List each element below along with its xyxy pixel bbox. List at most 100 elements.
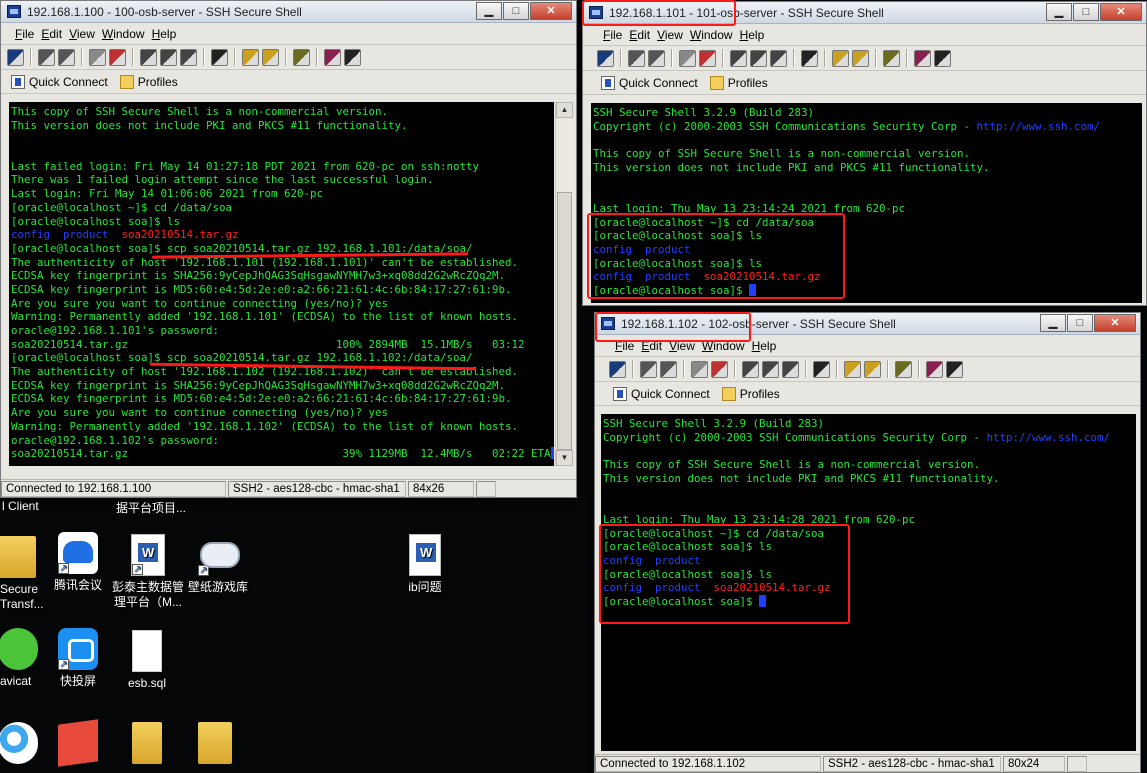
- save-icon[interactable]: [7, 48, 24, 66]
- terminal-text: SSH Secure Shell 3.2.9 (Build 283): [593, 106, 815, 119]
- word-doc-icon: [131, 534, 165, 577]
- find-icon[interactable]: [801, 49, 818, 67]
- print-icon[interactable]: [38, 48, 55, 66]
- desktop-icon-partial[interactable]: [0, 722, 48, 768]
- connect-icon[interactable]: [89, 48, 106, 66]
- desktop-icon-data-platform-doc[interactable]: 彭泰主数据管 理平台（M...: [112, 534, 184, 610]
- maximize-button[interactable]: □: [503, 2, 529, 20]
- print-preview-icon[interactable]: [648, 49, 665, 67]
- find-icon[interactable]: [211, 48, 228, 66]
- ssh-window-100[interactable]: 192.168.1.100 - 100-osb-server - SSH Sec…: [0, 0, 577, 498]
- terminal-text: Copyright (c) 2000-2003 SSH Communicatio…: [593, 119, 977, 133]
- terminal-text: This version does not include PKI and PK…: [593, 160, 990, 174]
- menu-edit[interactable]: Edit: [629, 28, 657, 42]
- file-transfer-icon[interactable]: [262, 48, 279, 66]
- desktop-icon-screen-cast[interactable]: 快投屏: [43, 628, 113, 689]
- menu-view[interactable]: View: [69, 27, 102, 41]
- disconnect-icon[interactable]: [699, 49, 716, 67]
- paste-icon[interactable]: [160, 48, 177, 66]
- paste-icon[interactable]: [750, 49, 767, 67]
- minimize-button[interactable]: ▁: [1046, 3, 1072, 21]
- profiles-button[interactable]: Profiles: [709, 75, 768, 90]
- desktop-icon-partial[interactable]: [180, 722, 250, 768]
- close-button[interactable]: ✕: [1094, 314, 1136, 332]
- settings-icon[interactable]: [293, 48, 310, 66]
- print-preview-icon[interactable]: [660, 360, 677, 378]
- save-icon[interactable]: [609, 360, 626, 378]
- scroll-thumb[interactable]: [557, 192, 572, 450]
- disconnect-icon[interactable]: [711, 360, 728, 378]
- menu-help[interactable]: Help: [152, 27, 184, 41]
- toolbar-separator: [836, 360, 838, 378]
- paste-icon[interactable]: [762, 360, 779, 378]
- menu-window[interactable]: Window: [102, 27, 152, 41]
- desktop-icon-ib-issue[interactable]: ib问题: [390, 534, 460, 595]
- scroll-down-arrow[interactable]: ▼: [556, 450, 573, 466]
- close-button[interactable]: ✕: [1100, 3, 1142, 21]
- terminal-text: ECDSA key fingerprint is MD5:60:e4:5d:2e…: [11, 282, 512, 296]
- whats-this-icon[interactable]: [946, 360, 963, 378]
- connect-icon[interactable]: [679, 49, 696, 67]
- help-book-icon[interactable]: [926, 360, 943, 378]
- menu-edit[interactable]: Edit: [41, 27, 69, 41]
- quick-connect-label: Quick Connect: [29, 74, 108, 89]
- menu-view[interactable]: View: [657, 28, 690, 42]
- menu-help[interactable]: Help: [740, 28, 772, 42]
- new-terminal-icon[interactable]: [832, 49, 849, 67]
- desktop-icon-partial[interactable]: [43, 719, 113, 768]
- settings-icon[interactable]: [883, 49, 900, 67]
- minimize-button[interactable]: ▁: [476, 2, 502, 20]
- new-terminal-icon[interactable]: [242, 48, 259, 66]
- disconnect-icon[interactable]: [109, 48, 126, 66]
- desktop-icon-esb-sql[interactable]: esb.sql: [112, 630, 182, 691]
- menu-help[interactable]: Help: [752, 339, 784, 353]
- desktop-icon-partial[interactable]: [112, 722, 182, 768]
- menu-file[interactable]: File: [603, 28, 629, 42]
- print-icon[interactable]: [640, 360, 657, 378]
- title-bar[interactable]: 192.168.1.100 - 100-osb-server - SSH Sec…: [1, 1, 576, 23]
- settings-icon[interactable]: [895, 360, 912, 378]
- paste-special-icon[interactable]: [770, 49, 787, 67]
- terminal-line: The authenticity of host '192.168.1.101 …: [11, 256, 554, 270]
- help-book-icon[interactable]: [324, 48, 341, 66]
- maximize-button[interactable]: □: [1067, 314, 1093, 332]
- quick-connect-button[interactable]: Quick Connect: [601, 75, 698, 90]
- terminal-line: [oracle@localhost ~]$ cd /data/soa: [11, 201, 554, 215]
- file-transfer-icon[interactable]: [852, 49, 869, 67]
- desktop-icon-wallpaper-games[interactable]: 壁纸游戏库: [183, 534, 253, 595]
- close-button[interactable]: ✕: [530, 2, 572, 20]
- copy-icon[interactable]: [730, 49, 747, 67]
- new-terminal-icon[interactable]: [844, 360, 861, 378]
- window-title: 192.168.1.100 - 100-osb-server - SSH Sec…: [27, 5, 302, 19]
- scroll-up-arrow[interactable]: ▲: [556, 102, 573, 118]
- paste-special-icon[interactable]: [180, 48, 197, 66]
- vertical-scrollbar[interactable]: ▲ ▼: [555, 102, 573, 466]
- desktop-icon-tencent-meeting[interactable]: 腾讯会议: [43, 532, 113, 593]
- menu-file[interactable]: File: [15, 27, 41, 41]
- help-book-icon[interactable]: [914, 49, 931, 67]
- maximize-button[interactable]: □: [1073, 3, 1099, 21]
- paste-special-icon[interactable]: [782, 360, 799, 378]
- file-transfer-icon[interactable]: [864, 360, 881, 378]
- quick-connect-button[interactable]: Quick Connect: [613, 386, 710, 401]
- whats-this-icon[interactable]: [344, 48, 361, 66]
- terminal[interactable]: This copy of SSH Secure Shell is a non-c…: [9, 102, 554, 466]
- find-icon[interactable]: [813, 360, 830, 378]
- copy-icon[interactable]: [140, 48, 157, 66]
- profiles-button[interactable]: Profiles: [721, 386, 780, 401]
- terminal-line: [oracle@localhost soa]$ ls: [11, 215, 554, 229]
- profiles-button[interactable]: Profiles: [119, 74, 178, 89]
- folder-icon: [198, 722, 232, 764]
- connect-icon[interactable]: [691, 360, 708, 378]
- copy-icon[interactable]: [742, 360, 759, 378]
- print-icon[interactable]: [628, 49, 645, 67]
- save-icon[interactable]: [597, 49, 614, 67]
- whats-this-icon[interactable]: [934, 49, 951, 67]
- menu-window[interactable]: Window: [690, 28, 740, 42]
- quick-connect-button[interactable]: Quick Connect: [11, 74, 108, 89]
- minimize-button[interactable]: ▁: [1040, 314, 1066, 332]
- terminal-line: This version does not include PKI and PK…: [593, 161, 1142, 175]
- print-preview-icon[interactable]: [58, 48, 75, 66]
- folder-icon: [132, 722, 162, 764]
- desktop-icon-navicat[interactable]: avicat: [0, 628, 48, 689]
